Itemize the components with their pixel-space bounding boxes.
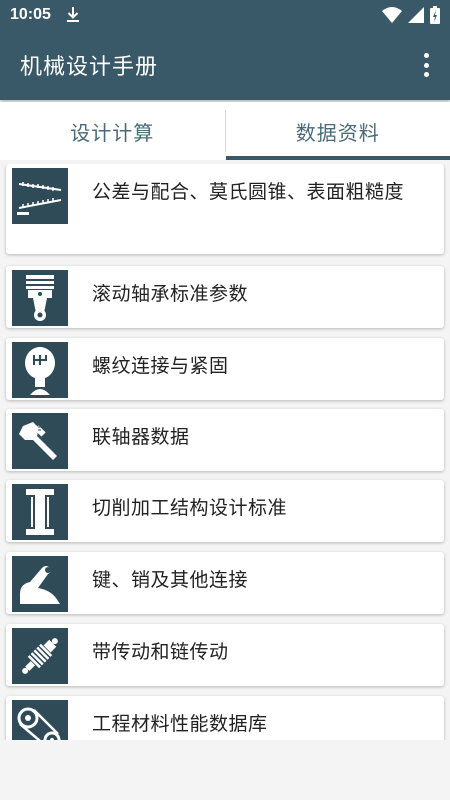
wrench-icon	[12, 413, 68, 469]
gear-shift-icon	[12, 342, 68, 398]
list-item-bearing[interactable]: 滚动轴承标准参数	[6, 266, 444, 328]
list-item-label: 工程材料性能数据库	[92, 713, 268, 735]
download-icon	[66, 7, 79, 22]
ruler-scale-icon	[12, 168, 68, 224]
list-item-tolerance[interactable]: 公差与配合、莫氏圆锥、表面粗糙度	[6, 164, 444, 254]
piston-icon	[12, 270, 68, 326]
more-options-icon[interactable]	[422, 53, 430, 77]
list-item-label: 联轴器数据	[92, 426, 190, 448]
tab-label: 数据资料	[295, 120, 380, 145]
wifi-icon	[382, 7, 402, 23]
data-list: 公差与配合、莫氏圆锥、表面粗糙度 滚动轴承标准参数 螺纹连接与紧固 联轴器数据 …	[0, 164, 450, 740]
tab-label: 设计计算	[70, 120, 155, 145]
tab-data-info[interactable]: 数据资料	[225, 102, 450, 160]
list-item-label: 键、销及其他连接	[92, 569, 249, 591]
list-item-label: 切削加工结构设计标准	[92, 497, 288, 519]
signal-icon	[408, 7, 424, 23]
status-time: 10:05	[10, 6, 51, 23]
list-item-label: 螺纹连接与紧固	[92, 355, 229, 377]
bottom-area	[0, 740, 450, 800]
list-item-label: 滚动轴承标准参数	[92, 283, 249, 305]
app-bar: 机械设计手册	[0, 30, 450, 100]
list-item-label: 公差与配合、莫氏圆锥、表面粗糙度	[92, 181, 405, 203]
shock-absorber-icon	[12, 628, 68, 684]
belt-drive-icon	[12, 700, 68, 740]
lever-icon	[12, 556, 68, 612]
list-item-belt-chain[interactable]: 带传动和链传动	[6, 624, 444, 686]
status-bar: 10:05	[0, 0, 450, 30]
tab-design-calc[interactable]: 设计计算	[0, 102, 225, 160]
list-item-cutting[interactable]: 切削加工结构设计标准	[6, 480, 444, 542]
list-item-coupling[interactable]: 联轴器数据	[6, 409, 444, 471]
battery-icon	[430, 6, 440, 24]
i-beam-icon	[12, 484, 68, 540]
app-title: 机械设计手册	[20, 55, 159, 80]
list-item-label: 带传动和链传动	[92, 641, 229, 663]
list-item-thread[interactable]: 螺纹连接与紧固	[6, 338, 444, 400]
list-item-key-pin[interactable]: 键、销及其他连接	[6, 552, 444, 614]
tab-bar: 设计计算 数据资料	[0, 102, 450, 160]
list-item-materials[interactable]: 工程材料性能数据库	[6, 696, 444, 740]
